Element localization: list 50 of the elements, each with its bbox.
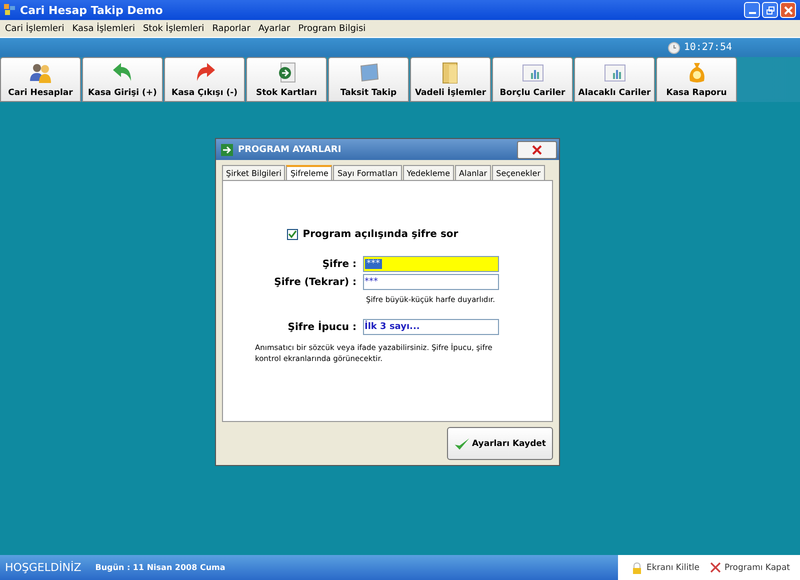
menu-item[interactable]: Raporlar [212, 24, 250, 34]
app-icon [4, 4, 16, 16]
tab[interactable]: Şifreleme [286, 165, 332, 180]
window-title: Cari Hesap Takip Demo [20, 4, 163, 16]
clock-icon [668, 42, 680, 54]
close-icon [710, 562, 720, 573]
toolbar-button[interactable]: Vadeli İşlemler [410, 57, 491, 102]
hint-field[interactable]: İlk 3 sayı... [362, 319, 498, 335]
minimize-button[interactable] [744, 2, 760, 18]
menu-item[interactable]: Program Bilgisi [298, 24, 366, 34]
tab[interactable]: Seçenekler [492, 165, 544, 180]
toolbar-button[interactable]: Taksit Takip [328, 57, 409, 102]
people-icon [28, 61, 52, 85]
field-label: Şifre (Tekrar) : [273, 276, 356, 288]
status-action[interactable]: Ekranı Kilitle [630, 562, 702, 574]
clock-time: 10:27:54 [684, 42, 732, 53]
arrow-icon [221, 144, 233, 156]
dialog-title: PROGRAM AYARLARI [238, 144, 342, 154]
close-icon [531, 144, 543, 156]
toolbar-button[interactable]: Borçlu Cariler [492, 57, 573, 102]
status-action[interactable]: Programı Kapat [708, 562, 792, 573]
tab[interactable]: Şirket Bilgileri [222, 165, 286, 180]
welcome-text: HOŞGELDİNİZ [5, 561, 82, 574]
menu-item[interactable]: Kasa İşlemleri [72, 24, 135, 34]
menu-item[interactable]: Stok İşlemleri [142, 24, 204, 34]
tab[interactable]: Alanlar [455, 165, 492, 180]
close-button[interactable] [517, 140, 557, 158]
minimize-icon [748, 12, 756, 14]
toolbar-button[interactable]: Kasa Raporu [656, 57, 737, 102]
toolbar-button[interactable]: Kasa Girişi (+) [82, 57, 163, 102]
tab[interactable]: Yedekleme [402, 165, 454, 180]
field-label: Şifre : [321, 258, 356, 270]
password-checkbox[interactable]: Program açılışında şifre sor [286, 229, 458, 240]
toolbar-button[interactable]: Kasa Çıkışı (-) [164, 57, 245, 102]
restore-icon [766, 6, 774, 14]
tab[interactable]: Sayı Formatları [333, 165, 402, 180]
save-button[interactable]: Ayarları Kaydet [447, 427, 553, 460]
toolbar-button[interactable]: Alacaklı Cariler [574, 57, 655, 102]
toolbar-button[interactable]: Stok Kartları [246, 57, 327, 102]
checkbox[interactable] [286, 229, 298, 240]
close-icon [784, 6, 792, 14]
field-label: Şifre İpucu : [286, 322, 356, 332]
password-field[interactable]: *** [362, 274, 498, 290]
menu-item[interactable]: Ayarlar [258, 24, 290, 34]
menu-item[interactable]: Cari İşlemleri [5, 24, 64, 34]
toolbar-button[interactable]: Cari Hesaplar [0, 57, 81, 102]
lock-icon [632, 562, 642, 574]
restore-button[interactable] [762, 2, 778, 18]
password-field[interactable]: *** [362, 256, 498, 272]
date-text: Bugün : 11 Nisan 2008 Cuma [95, 563, 226, 572]
